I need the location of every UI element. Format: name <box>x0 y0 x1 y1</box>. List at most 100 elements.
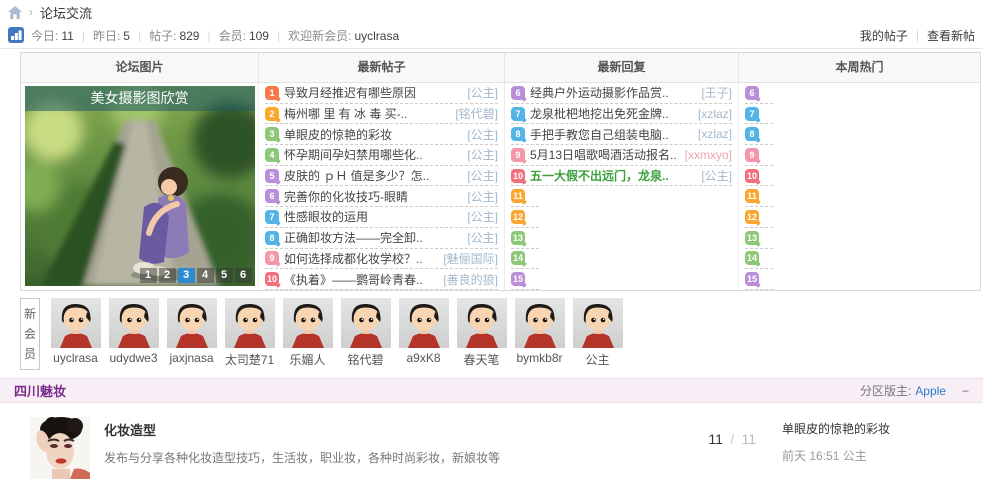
topic-title-link[interactable]: 手把手教您自己组装电脑.. <box>530 126 694 143</box>
weekly-hot-cell: 6 7 8 9 10 11 12 13 14 15 <box>739 83 980 290</box>
member-avatar[interactable] <box>166 298 217 348</box>
topic-title-link[interactable]: 完善你的化妆技巧-眼睛 <box>284 188 463 205</box>
member-name-link[interactable]: 春天笔 <box>453 351 510 368</box>
topic-row: 5 皮肤的 ｐＨ 值是多少？怎.. [公主] <box>265 166 498 187</box>
slideshow-page-4[interactable]: 4 <box>196 268 214 283</box>
member-card[interactable]: 铭代碧 <box>337 298 394 368</box>
stat-value: 109 <box>248 28 269 43</box>
member-name-link[interactable]: uyclrasa <box>47 351 104 365</box>
topic-number-icon: 7 <box>511 106 525 121</box>
topic-title-link[interactable]: 5月13日唱歌喝酒活动报名.. <box>530 146 681 163</box>
member-avatar[interactable] <box>514 298 565 348</box>
topic-title-link[interactable]: 导致月经推迟有哪些原因 <box>284 84 463 101</box>
topic-title-link[interactable]: 如何选择成都化妆学校？.. <box>284 250 439 267</box>
stat-label: 会员: <box>218 28 246 43</box>
member-avatar[interactable] <box>282 298 333 348</box>
topic-author-link[interactable]: [公主] <box>467 126 498 143</box>
topic-row: 1 导致月经推迟有哪些原因 [公主] <box>265 83 498 104</box>
slideshow-page-5[interactable]: 5 <box>215 268 233 283</box>
topic-title-link[interactable]: 性感眼妆的运用 <box>284 208 463 225</box>
member-name-link[interactable]: udydwe3 <box>105 351 162 365</box>
topic-author-link[interactable]: [公主] <box>467 208 498 225</box>
topic-number-icon: 1 <box>265 85 279 100</box>
latest-replies-cell: 6 经典户外运动摄影作品赏.. [王子] 7 龙泉枇杷地挖出免死金牌.. [xzlaz] 8… <box>505 83 739 290</box>
member-name-link[interactable]: 铭代碧 <box>337 351 394 368</box>
topic-author-link[interactable]: [xzlaz] <box>698 107 732 121</box>
view-new-posts-link[interactable]: 查看新帖 <box>927 27 975 44</box>
slideshow-page-6[interactable]: 6 <box>234 268 252 283</box>
topic-title-link[interactable]: 梅州哪 里 有 冰 毒 买-.. <box>284 105 451 122</box>
last-post-block: 单眼皮的惊艳的彩妆 前天 16:51 公主 <box>756 417 971 464</box>
last-post-title-link[interactable]: 单眼皮的惊艳的彩妆 <box>782 420 971 437</box>
topic-count: 11 <box>708 431 723 447</box>
topic-author-link[interactable]: [公主] <box>467 146 498 163</box>
member-name-link[interactable]: 公主 <box>569 351 626 368</box>
slideshow-page-3[interactable]: 3 <box>177 268 195 283</box>
topic-author-link[interactable]: [公主] <box>467 167 498 184</box>
topic-author-link[interactable]: [xzlaz] <box>698 127 732 141</box>
topic-author-link[interactable]: [公主] <box>467 229 498 246</box>
moderator-link[interactable]: Apple <box>915 384 946 398</box>
topic-title-link[interactable]: 经典户外运动摄影作品赏.. <box>530 84 697 101</box>
breadcrumb-section-link[interactable]: 论坛交流 <box>40 3 92 22</box>
member-avatar[interactable] <box>340 298 391 348</box>
collapse-toggle[interactable]: − <box>962 384 969 398</box>
slideshow-page-2[interactable]: 2 <box>158 268 176 283</box>
member-name-link[interactable]: bymkb8r <box>511 351 568 365</box>
member-avatar[interactable] <box>50 298 101 348</box>
topic-number-icon: 9 <box>265 251 279 266</box>
topic-author-link[interactable]: [公主] <box>467 188 498 205</box>
member-card[interactable]: a9xK8 <box>395 298 452 368</box>
topic-title-link[interactable]: 五一大假不出远门，龙泉.. <box>530 167 697 184</box>
topic-number-icon: 12 <box>745 209 759 224</box>
member-card[interactable]: 太司楚71 <box>221 298 278 368</box>
member-avatar[interactable] <box>398 298 449 348</box>
topic-row: 13 <box>745 228 773 249</box>
topic-number-icon: 6 <box>745 85 759 100</box>
topic-author-link[interactable]: [王子] <box>701 84 732 101</box>
member-avatar[interactable] <box>572 298 623 348</box>
topic-author-link[interactable]: [公主] <box>701 167 732 184</box>
members-list: uyclrasa udydwe3 jaxjnasa 太司楚71 乐媚人 铭代碧 a9xK8 春… <box>47 298 627 368</box>
member-card[interactable]: 乐媚人 <box>279 298 336 368</box>
topic-title-link[interactable]: 龙泉枇杷地挖出免死金牌.. <box>530 105 694 122</box>
topic-author-link[interactable]: [铭代碧] <box>455 105 498 122</box>
member-avatar[interactable] <box>456 298 507 348</box>
member-card[interactable]: udydwe3 <box>105 298 162 368</box>
forum-title-link[interactable]: 化妆造型 <box>104 420 656 439</box>
member-avatar[interactable] <box>224 298 275 348</box>
forum-avatar[interactable] <box>30 417 90 479</box>
topic-title-link[interactable]: 皮肤的 ｐＨ 值是多少？怎.. <box>284 167 463 184</box>
member-card[interactable]: jaxjnasa <box>163 298 220 368</box>
topic-title-link[interactable]: 《执着》——鹦哥岭青春.. <box>284 271 439 288</box>
my-posts-link[interactable]: 我的帖子 <box>860 27 908 44</box>
topic-number-icon: 2 <box>265 106 279 121</box>
topic-title-link[interactable]: 单眼皮的惊艳的彩妆 <box>284 126 463 143</box>
topic-title-link[interactable]: 正确卸妆方法——完全卸.. <box>284 229 463 246</box>
member-name-link[interactable]: 太司楚71 <box>221 351 278 368</box>
topic-author-link[interactable]: [公主] <box>467 84 498 101</box>
topic-number-icon: 15 <box>745 272 759 287</box>
section-title-link[interactable]: 四川魅妆 <box>14 381 66 400</box>
divider: | <box>81 28 85 43</box>
member-card[interactable]: 公主 <box>569 298 626 368</box>
last-post-author-link[interactable]: 公主 <box>843 449 867 463</box>
forum-picture-cell: 美女摄影图欣赏 123456 <box>21 83 259 290</box>
welcome-user-link[interactable]: uyclrasa <box>354 29 399 43</box>
member-card[interactable]: uyclrasa <box>47 298 104 368</box>
forum-picture-slideshow[interactable]: 美女摄影图欣赏 123456 <box>24 86 255 286</box>
member-card[interactable]: bymkb8r <box>511 298 568 368</box>
topic-number-icon: 10 <box>745 168 759 183</box>
topic-title-link[interactable]: 怀孕期间孕妇禁用哪些化.. <box>284 146 463 163</box>
slideshow-page-1[interactable]: 1 <box>139 268 157 283</box>
member-name-link[interactable]: 乐媚人 <box>279 351 336 368</box>
member-name-link[interactable]: a9xK8 <box>395 351 452 365</box>
member-card[interactable]: 春天笔 <box>453 298 510 368</box>
member-avatar[interactable] <box>108 298 159 348</box>
member-name-link[interactable]: jaxjnasa <box>163 351 220 365</box>
topic-author-link[interactable]: [xxmxyo] <box>685 148 732 162</box>
home-icon[interactable] <box>8 5 22 19</box>
divider: | <box>276 28 281 43</box>
topic-author-link[interactable]: [魅俪国际] <box>443 250 498 267</box>
topic-author-link[interactable]: [善良的狼] <box>443 271 498 288</box>
